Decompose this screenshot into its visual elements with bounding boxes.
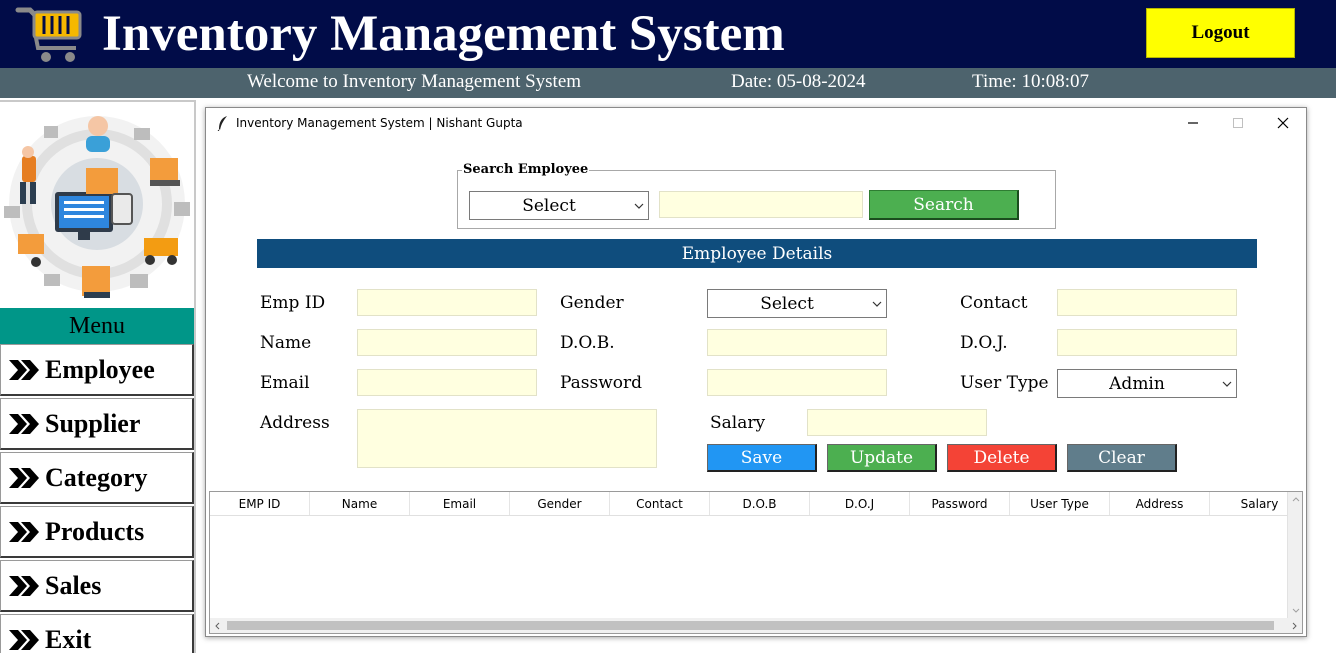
delete-button[interactable]: Delete bbox=[947, 444, 1057, 472]
user-type-select-value: Admin bbox=[1109, 373, 1165, 394]
user-type-select[interactable]: Admin bbox=[1057, 369, 1237, 398]
date-text: Date: 05-08-2024 bbox=[731, 71, 866, 92]
search-by-select[interactable]: Select bbox=[469, 191, 649, 220]
column-header-emp-id[interactable]: EMP ID bbox=[210, 492, 310, 515]
update-button[interactable]: Update bbox=[827, 444, 937, 472]
app-title: Inventory Management System bbox=[102, 6, 785, 62]
gender-select-value: Select bbox=[760, 293, 814, 314]
sidebar-item-label: Employee bbox=[45, 354, 155, 384]
sidebar-item-category[interactable]: Category bbox=[0, 452, 194, 504]
salary-field[interactable] bbox=[807, 409, 987, 436]
table-header: EMP ID Name Email Gender Contact D.O.B D… bbox=[210, 492, 1287, 516]
search-group-legend: Search Employee bbox=[462, 162, 590, 177]
minimize-icon[interactable] bbox=[1182, 112, 1204, 134]
name-label: Name bbox=[260, 333, 312, 353]
scroll-up-icon[interactable] bbox=[1288, 492, 1303, 507]
maximize-icon[interactable] bbox=[1227, 112, 1249, 134]
horizontal-scrollbar[interactable] bbox=[210, 618, 1302, 633]
sidebar-item-label: Exit bbox=[45, 624, 92, 653]
employee-details-banner: Employee Details bbox=[257, 239, 1257, 268]
email-label: Email bbox=[260, 373, 310, 393]
chevron-down-icon bbox=[1222, 381, 1232, 387]
app-header: Inventory Management System Logout bbox=[0, 0, 1336, 68]
double-chevron-icon bbox=[9, 629, 39, 650]
sidebar: Menu Employee Supplier Category Products… bbox=[0, 100, 196, 653]
chevron-down-icon bbox=[634, 203, 644, 209]
window-title: Inventory Management System | Nishant Gu… bbox=[236, 116, 523, 130]
double-chevron-icon bbox=[9, 467, 39, 488]
dob-label: D.O.B. bbox=[560, 333, 615, 353]
column-header-address[interactable]: Address bbox=[1110, 492, 1210, 515]
horizontal-scroll-thumb[interactable] bbox=[227, 621, 1274, 630]
search-employee-group: Search Employee Select Search bbox=[457, 162, 1056, 229]
password-field[interactable] bbox=[707, 369, 887, 396]
clear-button[interactable]: Clear bbox=[1067, 444, 1177, 472]
welcome-text: Welcome to Inventory Management System bbox=[247, 71, 582, 92]
double-chevron-icon bbox=[9, 575, 39, 596]
inventory-illustration-icon bbox=[4, 116, 190, 298]
address-field[interactable] bbox=[357, 409, 657, 468]
search-select-value: Select bbox=[522, 195, 576, 216]
doj-field[interactable] bbox=[1057, 329, 1237, 356]
password-label: Password bbox=[560, 373, 643, 393]
column-header-gender[interactable]: Gender bbox=[510, 492, 610, 515]
sidebar-item-label: Sales bbox=[45, 570, 102, 600]
time-text: Time: 10:08:07 bbox=[972, 71, 1090, 92]
sidebar-item-exit[interactable]: Exit bbox=[0, 614, 194, 653]
double-chevron-icon bbox=[9, 413, 39, 434]
double-chevron-icon bbox=[9, 521, 39, 542]
column-header-name[interactable]: Name bbox=[310, 492, 410, 515]
scroll-right-icon[interactable] bbox=[1287, 618, 1302, 633]
shopping-cart-icon bbox=[15, 7, 82, 62]
emp-id-label: Emp ID bbox=[260, 293, 326, 313]
scroll-left-icon[interactable] bbox=[210, 618, 225, 633]
sidebar-item-sales[interactable]: Sales bbox=[0, 560, 194, 612]
search-button[interactable]: Search bbox=[869, 190, 1019, 220]
sidebar-item-products[interactable]: Products bbox=[0, 506, 194, 558]
column-header-password[interactable]: Password bbox=[910, 492, 1010, 515]
close-icon[interactable] bbox=[1272, 112, 1294, 134]
feather-icon bbox=[217, 116, 227, 131]
emp-id-field[interactable] bbox=[357, 289, 537, 316]
vertical-scrollbar[interactable] bbox=[1287, 492, 1302, 618]
sidebar-item-label: Category bbox=[45, 462, 148, 492]
column-header-doj[interactable]: D.O.J bbox=[810, 492, 910, 515]
status-bar: Welcome to Inventory Management System D… bbox=[0, 68, 1336, 98]
menu-header: Menu bbox=[0, 308, 194, 344]
doj-label: D.O.J. bbox=[960, 333, 1008, 353]
column-header-dob[interactable]: D.O.B bbox=[710, 492, 810, 515]
column-header-salary[interactable]: Salary bbox=[1210, 492, 1287, 515]
gender-select[interactable]: Select bbox=[707, 289, 887, 318]
email-field[interactable] bbox=[357, 369, 537, 396]
sidebar-item-label: Supplier bbox=[45, 408, 141, 438]
sidebar-item-label: Products bbox=[45, 516, 145, 546]
column-header-contact[interactable]: Contact bbox=[610, 492, 710, 515]
contact-label: Contact bbox=[960, 293, 1028, 313]
dob-field[interactable] bbox=[707, 329, 887, 356]
window-titlebar[interactable]: Inventory Management System | Nishant Gu… bbox=[206, 108, 1306, 138]
gender-label: Gender bbox=[560, 293, 624, 313]
sidebar-item-supplier[interactable]: Supplier bbox=[0, 398, 194, 450]
contact-field[interactable] bbox=[1057, 289, 1237, 316]
user-type-label: User Type bbox=[960, 373, 1049, 393]
search-input[interactable] bbox=[659, 191, 863, 218]
employee-window: Inventory Management System | Nishant Gu… bbox=[205, 107, 1307, 637]
chevron-down-icon bbox=[872, 301, 882, 307]
address-label: Address bbox=[260, 413, 330, 433]
double-chevron-icon bbox=[9, 359, 39, 380]
salary-label: Salary bbox=[710, 413, 766, 433]
column-header-user-type[interactable]: User Type bbox=[1010, 492, 1110, 515]
name-field[interactable] bbox=[357, 329, 537, 356]
scroll-down-icon[interactable] bbox=[1288, 603, 1303, 618]
column-header-email[interactable]: Email bbox=[410, 492, 510, 515]
sidebar-item-employee[interactable]: Employee bbox=[0, 344, 194, 396]
save-button[interactable]: Save bbox=[707, 444, 817, 472]
logout-button[interactable]: Logout bbox=[1146, 8, 1295, 58]
employee-table[interactable]: EMP ID Name Email Gender Contact D.O.B D… bbox=[209, 491, 1303, 634]
